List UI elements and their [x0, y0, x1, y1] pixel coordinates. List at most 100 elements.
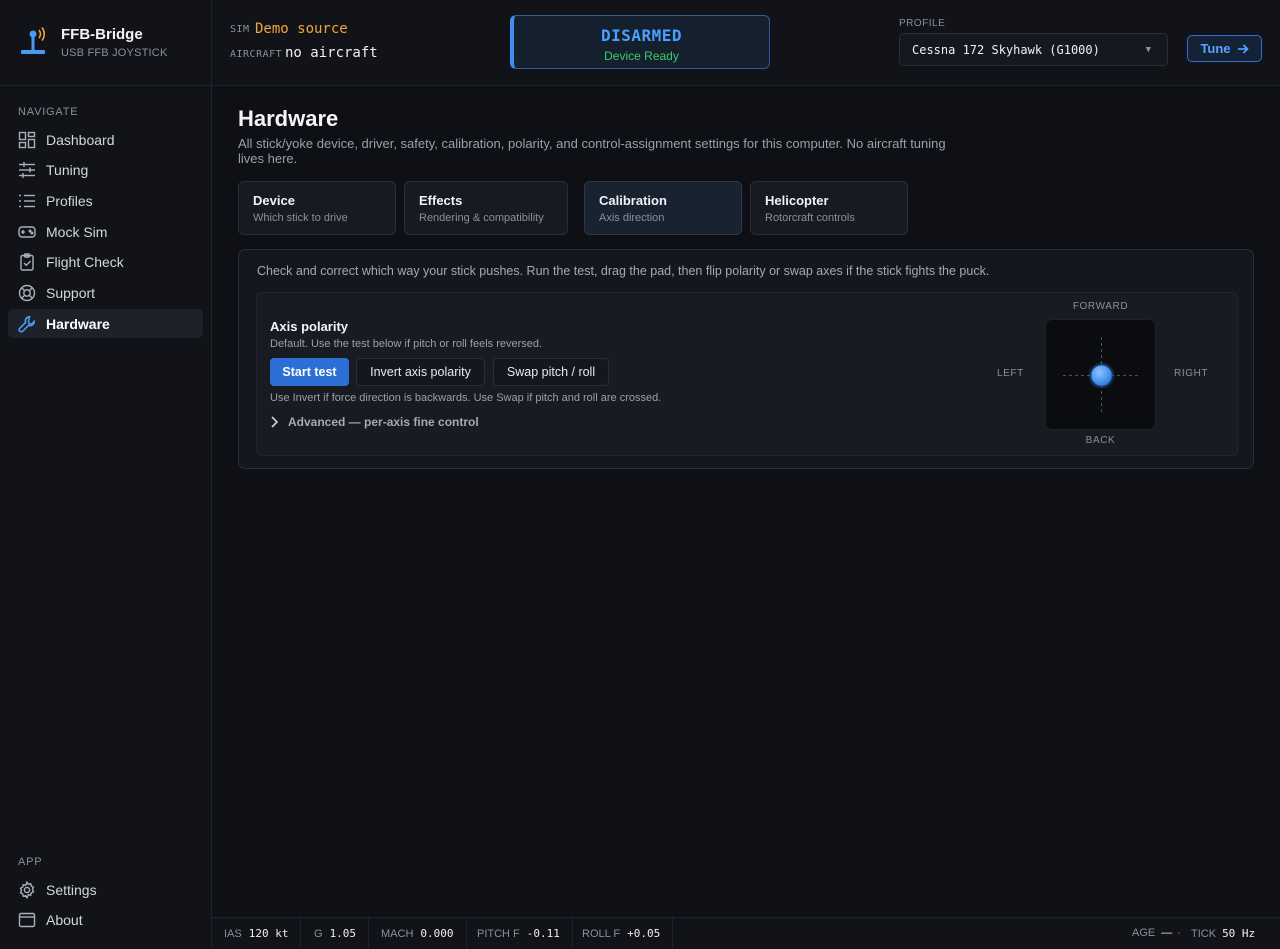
axis-polarity-title: Axis polarity	[270, 319, 349, 334]
sidebar-item-label: Tuning	[46, 161, 89, 178]
profile-select[interactable]: Cessna 172 Skyhawk (G1000) ▼	[899, 33, 1168, 66]
tab-subtitle: Rotorcraft controls	[765, 212, 855, 224]
sliders-icon	[19, 161, 35, 178]
panel-intro: Check and correct which way your stick p…	[257, 264, 990, 278]
aircraft-label: AIRCRAFT	[230, 49, 283, 60]
tick-value: 50 Hz	[1222, 927, 1256, 940]
chevron-down-icon: ▼	[1145, 45, 1151, 55]
axis-polarity-description: Default. Use the test below if pitch or …	[270, 338, 543, 350]
mach-readout: MACH 0.000	[369, 918, 467, 949]
sidebar-item-dashboard[interactable]: Dashboard	[8, 125, 203, 154]
tune-button-label: Tune	[1200, 41, 1231, 56]
pad-left-label: LEFT	[997, 368, 1024, 379]
tab-device[interactable]: Device Which stick to drive	[238, 181, 396, 235]
dashboard-icon	[18, 131, 36, 148]
device-status-text: Device Ready	[604, 49, 679, 63]
g-readout: G 1.05	[302, 918, 370, 949]
tune-button[interactable]: Tune	[1187, 35, 1262, 62]
tab-calibration[interactable]: Calibration Axis direction	[584, 181, 742, 235]
sidebar-item-settings[interactable]: Settings	[8, 875, 203, 904]
invert-axis-polarity-button[interactable]: Invert axis polarity	[356, 358, 485, 386]
ias-label: IAS	[224, 927, 242, 940]
sidebar-item-label: Flight Check	[46, 253, 124, 270]
aircraft-value: no aircraft	[285, 45, 378, 61]
sidebar-item-label: Settings	[46, 881, 97, 898]
mach-label: MACH	[381, 927, 414, 940]
ias-readout: IAS 120 kt	[212, 918, 302, 949]
sidebar-item-label: About	[46, 911, 83, 928]
topbar: SIM Demo source AIRCRAFT no aircraft DIS…	[212, 0, 1280, 86]
sidebar-item-support[interactable]: Support	[8, 278, 203, 307]
sidebar-item-label: Support	[46, 284, 96, 301]
wrench-icon	[18, 315, 36, 333]
window-icon	[18, 912, 36, 927]
list-icon	[19, 194, 35, 207]
pitch-force-readout: PITCH F -0.11	[465, 918, 573, 949]
tab-helicopter[interactable]: Helicopter Rotorcraft controls	[750, 181, 908, 235]
tick-readout: TICK 50 Hz	[1191, 927, 1255, 940]
advanced-toggle-label: Advanced — per-axis fine control	[288, 415, 479, 429]
tab-subtitle: Which stick to drive	[253, 212, 348, 224]
sidebar-item-tuning[interactable]: Tuning	[8, 155, 203, 184]
age-label: AGE	[1132, 927, 1156, 939]
pad-right-label: RIGHT	[1174, 368, 1209, 379]
sidebar-item-label: Dashboard	[46, 131, 115, 148]
advanced-toggle[interactable]: Advanced — per-axis fine control	[270, 415, 479, 429]
axis-polarity-card: Axis polarity Default. Use the test belo…	[256, 292, 1238, 456]
tab-subtitle: Axis direction	[599, 212, 665, 224]
sidebar-item-hardware[interactable]: Hardware	[8, 309, 203, 338]
tick-label: TICK	[1191, 928, 1217, 940]
sidebar-item-mock-sim[interactable]: Mock Sim	[8, 217, 203, 246]
axis-polarity-help: Use Invert if force direction is backwar…	[270, 392, 662, 404]
tab-name: Helicopter	[765, 193, 829, 208]
brand-subtitle: USB FFB JOYSTICK	[61, 47, 168, 59]
tab-name: Calibration	[599, 193, 667, 208]
roll-force-value: +0.05	[627, 927, 661, 940]
roll-force-readout: ROLL F +0.05	[570, 918, 674, 949]
profile-select-value: Cessna 172 Skyhawk (G1000)	[912, 42, 1100, 57]
sidebar: FFB-Bridge USB FFB JOYSTICK NAVIGATE Das…	[0, 0, 212, 949]
sidebar-item-about[interactable]: About	[8, 905, 203, 934]
sidebar-item-label: Hardware	[46, 315, 110, 332]
navigate-section-title: NAVIGATE	[18, 106, 79, 118]
arm-status-badge[interactable]: DISARMED Device Ready	[510, 15, 770, 69]
sim-source-value: Demo source	[255, 21, 348, 37]
lifebuoy-icon	[18, 284, 36, 301]
tab-effects[interactable]: Effects Rendering & compatibility	[404, 181, 568, 235]
arm-status-text: DISARMED	[600, 26, 683, 45]
g-value: 1.05	[329, 927, 357, 940]
pitch-force-value: -0.11	[526, 927, 560, 940]
pad-forward-label: FORWARD	[1072, 301, 1129, 312]
chevron-right-icon	[271, 416, 278, 428]
gear-icon	[19, 880, 35, 899]
app-section-title: APP	[18, 856, 43, 868]
calibration-panel: Check and correct which way your stick p…	[238, 249, 1254, 469]
age-value: —	[1161, 927, 1173, 939]
brand: FFB-Bridge USB FFB JOYSTICK	[0, 0, 211, 86]
main-content: Hardware All stick/yoke device, driver, …	[212, 86, 1280, 916]
tab-name: Device	[253, 193, 295, 208]
profile-label: PROFILE	[899, 18, 946, 29]
age-readout: AGE —	[1132, 927, 1172, 939]
tab-subtitle: Rendering & compatibility	[419, 212, 544, 224]
swap-pitch-roll-button[interactable]: Swap pitch / roll	[493, 358, 609, 386]
sim-label: SIM	[230, 24, 250, 35]
mach-value: 0.000	[420, 927, 454, 940]
brand-name: FFB-Bridge	[61, 26, 143, 43]
status-separator: ·	[1177, 927, 1181, 939]
page-title: Hardware	[238, 106, 339, 131]
gamepad-icon	[18, 225, 36, 238]
pitch-force-label: PITCH F	[477, 927, 520, 940]
g-label: G	[314, 927, 323, 940]
arrow-right-icon	[1237, 43, 1249, 54]
puck[interactable]	[1090, 364, 1113, 387]
axis-test-pad[interactable]	[1045, 319, 1156, 430]
ias-value: 120 kt	[248, 927, 289, 940]
sidebar-item-profiles[interactable]: Profiles	[8, 186, 203, 215]
page-description: All stick/yoke device, driver, safety, c…	[238, 136, 946, 166]
roll-force-label: ROLL F	[582, 927, 621, 940]
joystick-logo-icon	[21, 27, 46, 54]
start-test-button[interactable]: Start test	[270, 358, 349, 386]
clipboard-check-icon	[20, 252, 34, 271]
sidebar-item-flight-check[interactable]: Flight Check	[8, 247, 203, 276]
